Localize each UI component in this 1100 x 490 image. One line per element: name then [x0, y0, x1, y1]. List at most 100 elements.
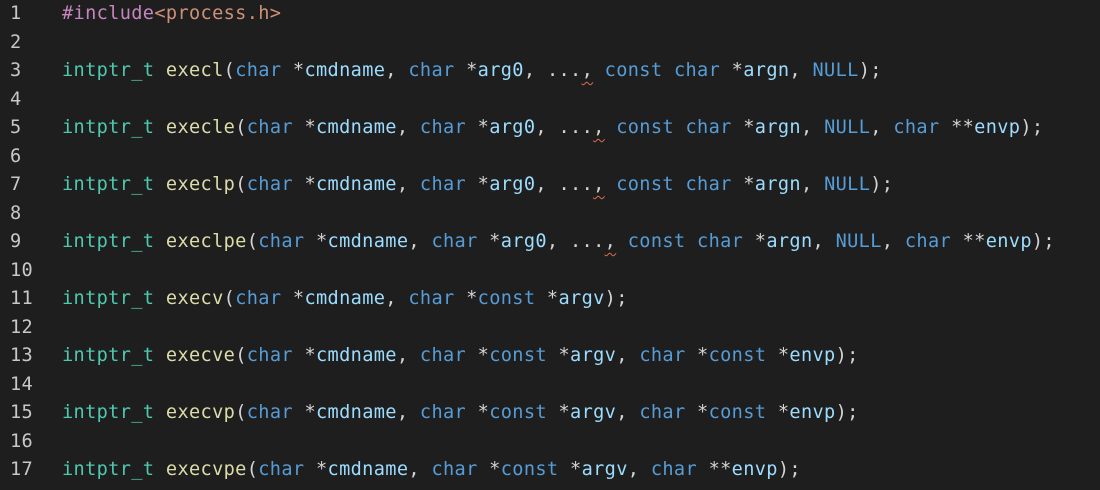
error-squiggle-token: , — [581, 60, 594, 81]
code-token: , — [789, 60, 813, 81]
code-token: char — [431, 459, 478, 480]
code-token: cmdname — [327, 231, 409, 252]
code-token: const — [708, 345, 767, 366]
line-number: 4 — [10, 88, 22, 110]
code-token: char — [246, 117, 293, 138]
code-text[interactable]: intptr_t execve(char *cmdname, char *con… — [62, 342, 859, 371]
code-text[interactable]: intptr_t execlpe(char *cmdname, char *ar… — [62, 228, 1055, 257]
code-token: char — [431, 231, 478, 252]
code-token: ); — [858, 60, 882, 81]
code-token: ... — [558, 117, 594, 138]
code-token: * — [743, 231, 767, 252]
code-line[interactable]: 16 — [0, 428, 1100, 457]
code-text[interactable]: #include<process.h> — [62, 0, 281, 29]
code-token: envp — [985, 231, 1032, 252]
code-token: , — [616, 402, 640, 423]
code-token: cmdname — [304, 288, 386, 309]
code-token: argn — [754, 117, 801, 138]
line-number: 7 — [10, 174, 22, 195]
code-token: char — [258, 459, 305, 480]
code-token: * — [766, 402, 790, 423]
code-token: envp — [789, 345, 836, 366]
code-token: * — [466, 117, 490, 138]
code-token: NULL — [835, 231, 882, 252]
code-line[interactable]: 10 — [0, 257, 1100, 286]
code-line[interactable]: 14 — [0, 371, 1100, 400]
code-token: arg0 — [477, 60, 524, 81]
line-number: 5 — [10, 117, 22, 138]
code-token: const — [489, 345, 547, 366]
code-token: char — [685, 117, 732, 138]
code-line[interactable]: 6 — [0, 143, 1100, 172]
code-token: * — [477, 459, 501, 480]
code-token: ... — [570, 231, 605, 252]
code-line[interactable]: 13 intptr_t execve(char *cmdname, char *c… — [0, 342, 1100, 371]
code-token: ( — [246, 231, 259, 252]
code-line[interactable]: 15 intptr_t execvp(char *cmdname, char *c… — [0, 399, 1100, 428]
code-line[interactable]: 1 #include<process.h> — [0, 0, 1100, 29]
code-line[interactable]: 2 — [0, 29, 1100, 58]
code-token: * — [685, 345, 709, 366]
code-text[interactable]: intptr_t execle(char *cmdname, char *arg… — [62, 114, 1043, 143]
code-token: cmdname — [316, 174, 397, 195]
code-token: intptr_t — [62, 345, 155, 366]
code-line[interactable]: 17 intptr_t execvpe(char *cmdname, char *… — [0, 456, 1100, 485]
code-token: , — [546, 231, 571, 252]
code-token: intptr_t — [62, 231, 155, 252]
line-number: 9 — [10, 231, 22, 252]
code-line[interactable]: 5 intptr_t execle(char *cmdname, char *ar… — [0, 114, 1100, 143]
code-token: * — [685, 402, 709, 423]
code-token: * — [546, 402, 571, 423]
code-token: * — [292, 174, 317, 195]
code-text[interactable]: intptr_t execv(char *cmdname, char *cons… — [62, 285, 628, 314]
code-token: * — [292, 345, 317, 366]
code-line[interactable]: 4 — [0, 86, 1100, 115]
code-token: argv — [581, 459, 628, 480]
code-token: , — [812, 231, 836, 252]
code-text[interactable]: intptr_t execlp(char *cmdname, char *arg… — [62, 171, 893, 200]
code-token: ** — [951, 231, 986, 252]
code-line[interactable]: 3 intptr_t execl(char *cmdname, char *arg… — [0, 57, 1100, 86]
code-line[interactable]: 9 intptr_t execlpe(char *cmdname, char *a… — [0, 228, 1100, 257]
code-token: NULL — [824, 174, 871, 195]
code-token: const — [500, 459, 559, 480]
code-token: , — [627, 459, 651, 480]
code-line[interactable]: 7 intptr_t execlp(char *cmdname, char *ar… — [0, 171, 1100, 200]
line-number: 6 — [10, 145, 22, 167]
code-token: char — [904, 231, 952, 252]
code-token: , — [535, 174, 559, 195]
code-token: cmdname — [327, 459, 409, 480]
code-token: NULL — [812, 60, 859, 81]
code-token: ( — [235, 174, 247, 195]
code-token: * — [454, 60, 478, 81]
code-token: ); — [777, 459, 801, 480]
code-token: ); — [1031, 231, 1055, 252]
code-token: char — [639, 345, 686, 366]
code-token: ** — [697, 459, 732, 480]
code-token: , — [535, 117, 559, 138]
code-text[interactable]: intptr_t execvp(char *cmdname, char *con… — [62, 399, 859, 428]
code-text[interactable]: intptr_t execvpe(char *cmdname, char *co… — [62, 456, 801, 485]
code-editor[interactable]: 1 #include<process.h> 2 3 intptr_t execl(cha… — [0, 0, 1100, 490]
code-line[interactable]: 11 intptr_t execv(char *cmdname, char *co… — [0, 285, 1100, 314]
code-token: arg0 — [489, 174, 536, 195]
code-token: char — [235, 60, 282, 81]
code-token: ); — [604, 288, 628, 309]
code-text[interactable]: intptr_t execl(char *cmdname, char *arg0… — [62, 57, 882, 86]
code-token: const — [489, 402, 547, 423]
line-number: 8 — [10, 202, 22, 224]
code-line[interactable]: 12 — [0, 314, 1100, 343]
code-token: , — [385, 288, 409, 309]
code-token: execle — [165, 117, 236, 138]
code-token: intptr_t — [62, 60, 155, 81]
code-line[interactable]: 8 — [0, 200, 1100, 229]
code-token: char — [419, 402, 467, 423]
code-token: envp — [974, 117, 1021, 138]
code-token: , — [616, 345, 640, 366]
